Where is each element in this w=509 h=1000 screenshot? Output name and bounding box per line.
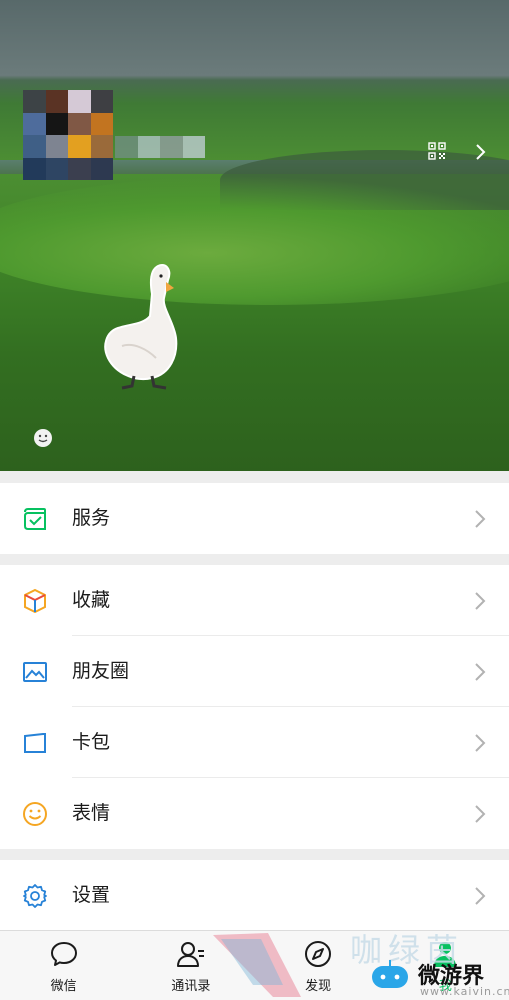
emoji-icon xyxy=(23,802,47,826)
tab-label: 微信 xyxy=(50,979,77,994)
avatar[interactable] xyxy=(23,90,113,180)
nickname-pixel xyxy=(182,136,205,158)
avatar-pixel xyxy=(90,135,113,158)
smiley-status-icon[interactable] xyxy=(33,428,53,448)
photo-album-icon xyxy=(23,662,47,682)
qr-code-icon[interactable] xyxy=(428,142,446,160)
tab-contacts[interactable]: 通讯录 xyxy=(127,931,254,1000)
nickname-pixel xyxy=(137,136,160,158)
menu-item-label: 卡包 xyxy=(72,731,111,753)
menu-item-settings[interactable]: 设置 xyxy=(0,860,509,931)
chevron-right-icon[interactable] xyxy=(470,142,490,162)
menu-item-label: 服务 xyxy=(72,507,111,529)
chevron-right-icon xyxy=(475,734,486,752)
menu-group-main: 收藏 朋友圈 卡包 表情 xyxy=(0,565,509,849)
avatar-pixel xyxy=(90,90,113,113)
bottom-tab-bar: 微信 通讯录 发现 我 xyxy=(0,930,509,1000)
nickname[interactable] xyxy=(115,136,205,158)
menu-item-favorites[interactable]: 收藏 xyxy=(0,565,509,636)
tab-label: 我 xyxy=(438,979,452,994)
tab-me[interactable]: 我 xyxy=(382,931,509,1000)
nickname-pixel xyxy=(160,136,183,158)
contacts-icon xyxy=(176,942,204,967)
menu-item-label: 表情 xyxy=(72,802,111,824)
tab-discover[interactable]: 发现 xyxy=(255,931,382,1000)
profile-cover[interactable] xyxy=(0,0,509,471)
menu-item-label: 朋友圈 xyxy=(72,660,130,682)
avatar-pixel xyxy=(45,90,68,113)
menu-item-moments[interactable]: 朋友圈 xyxy=(0,636,509,707)
menu-item-label: 设置 xyxy=(72,884,111,906)
chevron-right-icon xyxy=(475,592,486,610)
tab-label: 通讯录 xyxy=(171,979,211,994)
menu-group-services: 服务 xyxy=(0,483,509,554)
chevron-right-icon xyxy=(475,805,486,823)
avatar-pixel xyxy=(23,112,46,135)
menu-item-cards[interactable]: 卡包 xyxy=(0,707,509,778)
chevron-right-icon xyxy=(475,887,486,905)
menu-item-services[interactable]: 服务 xyxy=(0,483,509,554)
avatar-pixel xyxy=(90,112,113,135)
tab-label: 发现 xyxy=(305,979,332,994)
avatar-pixel xyxy=(68,135,91,158)
avatar-pixel xyxy=(90,157,113,180)
avatar-pixel xyxy=(68,90,91,113)
chat-bubble-icon xyxy=(50,942,77,966)
tab-chats[interactable]: 微信 xyxy=(0,931,127,1000)
person-icon xyxy=(434,942,457,967)
avatar-pixel xyxy=(68,112,91,135)
menu-item-label: 收藏 xyxy=(72,589,111,611)
menu-group-settings: 设置 xyxy=(0,860,509,931)
compass-icon xyxy=(305,941,332,967)
gear-icon xyxy=(23,884,47,908)
goose-sticker xyxy=(104,264,178,390)
card-wallet-icon xyxy=(24,733,46,753)
nickname-pixel xyxy=(115,136,138,158)
avatar-pixel xyxy=(23,135,46,158)
chevron-right-icon xyxy=(475,510,486,528)
wallet-check-icon xyxy=(24,508,46,530)
chevron-right-icon xyxy=(475,663,486,681)
cover-hill-near xyxy=(0,175,509,305)
menu-item-stickers[interactable]: 表情 xyxy=(0,778,509,849)
avatar-pixel xyxy=(45,112,68,135)
avatar-pixel xyxy=(45,157,68,180)
avatar-pixel xyxy=(23,157,46,180)
avatar-pixel xyxy=(23,90,46,113)
avatar-pixel xyxy=(68,157,91,180)
avatar-pixel xyxy=(45,135,68,158)
cube-icon xyxy=(24,588,46,614)
